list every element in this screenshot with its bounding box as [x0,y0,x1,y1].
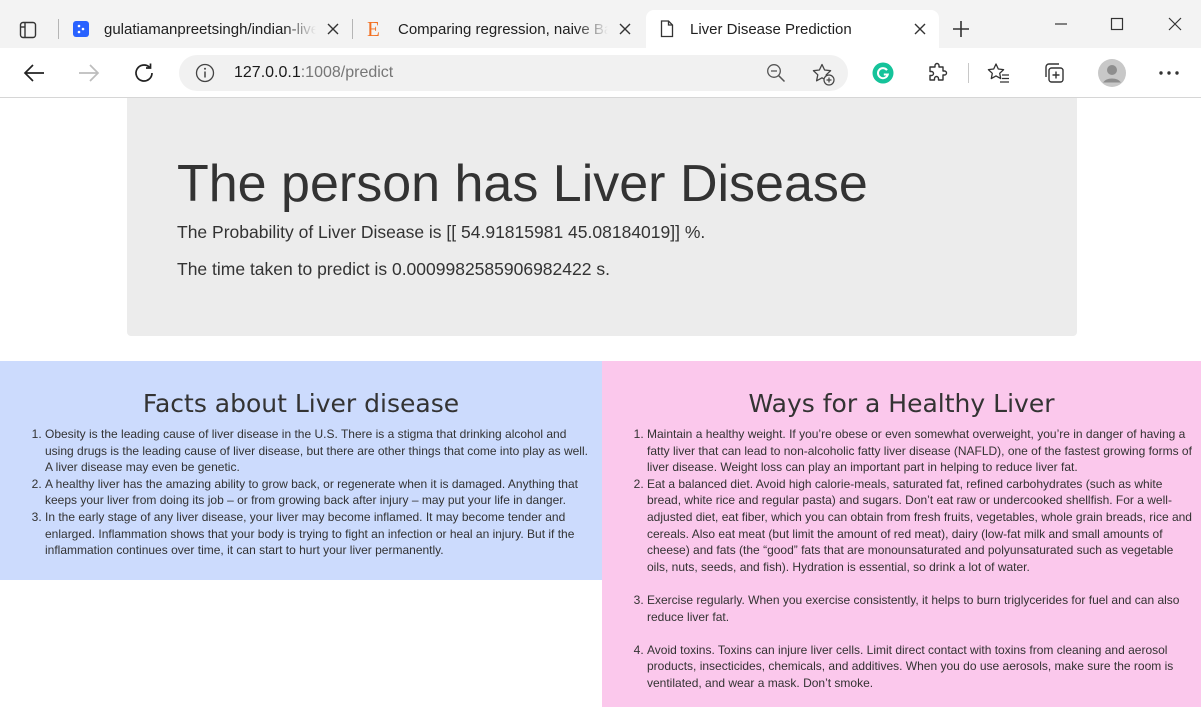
list-item-text: Avoid toxins. Toxins can injure liver ce… [647,642,1174,690]
zoom-out-icon[interactable] [766,63,786,83]
tab-strip: gulatiamanpreetsingh/indian-liver-patien… [0,0,1201,48]
minimize-icon[interactable] [1041,8,1081,40]
result-heading: The person has Liver Disease [177,155,868,213]
refresh-icon[interactable] [128,58,160,88]
page-icon [658,20,676,38]
tab-liver-disease-prediction[interactable]: Liver Disease Prediction [646,10,939,48]
new-tab-icon[interactable] [948,16,974,42]
extensions-icon[interactable] [925,60,951,86]
navigation-bar: 127.0.0.1:1008/predict [0,48,1201,98]
profile-avatar-icon[interactable] [1098,59,1126,87]
healthy-liver-panel: Ways for a Healthy Liver Maintain a heal… [602,361,1201,707]
healthy-liver-list: Maintain a healthy weight. If you’re obe… [602,426,1201,692]
tab-actions-icon[interactable] [14,16,42,44]
tab-title: Comparing regression, naive Bayes and SV… [398,20,608,38]
more-options-icon[interactable] [1156,60,1182,86]
close-tab-icon[interactable] [322,18,344,40]
prediction-time-text: The time taken to predict is 0.000998258… [177,259,610,279]
add-favorite-icon[interactable] [811,62,835,86]
tab-title: Liver Disease Prediction [690,20,852,38]
list-item-text: Maintain a healthy weight. If you’re obe… [647,427,1192,475]
address-bar[interactable]: 127.0.0.1:1008/predict [179,55,848,91]
letter-e-icon: E [366,19,384,39]
site-info-icon[interactable] [195,63,215,83]
url-host: 127.0.0.1 [234,64,301,81]
favorites-icon[interactable] [986,60,1012,86]
list-item: Avoid toxins. Toxins can injure liver ce… [647,625,1193,691]
facts-panel: Facts about Liver disease Obesity is the… [0,361,602,580]
tab-title: gulatiamanpreetsingh/indian-liver-patien… [104,20,316,38]
grammarly-icon[interactable] [870,60,896,86]
tab-divider [58,19,59,39]
url-text[interactable]: 127.0.0.1:1008/predict [234,64,393,82]
list-item-spacer [647,625,1193,642]
collections-icon[interactable] [1041,60,1067,86]
list-item: A healthy liver has the amazing ability … [45,476,590,509]
list-item: Obesity is the leading cause of liver di… [45,426,590,476]
maximize-icon[interactable] [1097,8,1137,40]
tab-github[interactable]: gulatiamanpreetsingh/indian-liver-patien… [60,10,352,48]
list-item-text: Exercise regularly. When you exercise co… [647,592,1180,624]
list-item: In the early stage of any liver disease,… [45,509,590,559]
healthy-liver-title: Ways for a Healthy Liver [748,389,1055,418]
url-path: :1008/predict [300,64,394,81]
list-item-spacer [647,575,1193,592]
close-window-icon[interactable] [1155,8,1195,40]
back-icon[interactable] [18,58,50,88]
list-item: Maintain a healthy weight. If you’re obe… [647,426,1193,476]
facts-list: Obesity is the leading cause of liver di… [0,426,602,559]
close-tab-icon[interactable] [614,18,636,40]
list-item: Eat a balanced diet. Avoid high calorie-… [647,476,1193,576]
forward-icon[interactable] [73,58,105,88]
close-tab-icon[interactable] [909,18,931,40]
list-item-text: Eat a balanced diet. Avoid high calorie-… [647,476,1192,574]
repo-favicon-icon [72,20,90,38]
tab-comparing-regression[interactable]: E Comparing regression, naive Bayes and … [354,10,644,48]
facts-title: Facts about Liver disease [142,389,460,418]
list-item: Exercise regularly. When you exercise co… [647,575,1193,625]
tab-divider [352,19,353,39]
svg-text:E: E [367,19,380,39]
toolbar-divider [968,63,969,83]
probability-text: The Probability of Liver Disease is [[ 5… [177,222,706,242]
prediction-result-panel: The person has Liver Disease The Probabi… [127,98,1077,336]
